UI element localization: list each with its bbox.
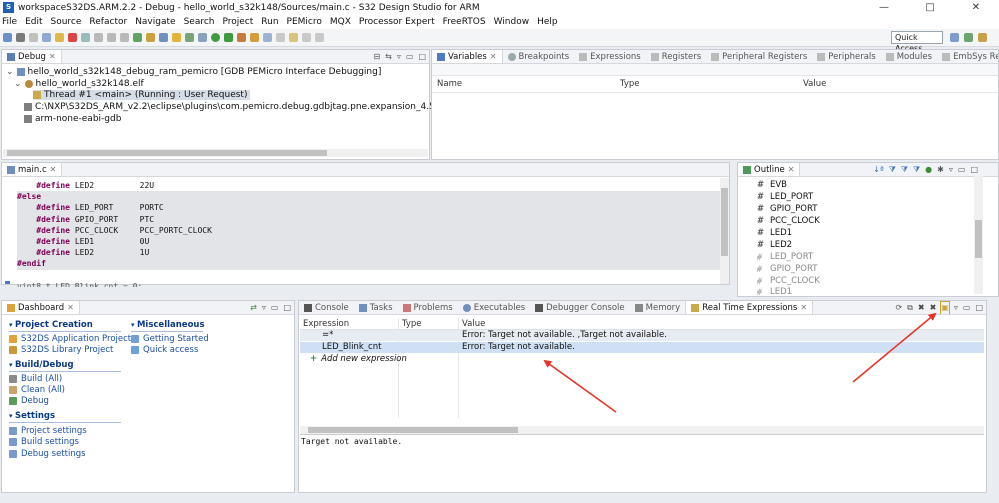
arrow-to-error-row: [543, 359, 617, 413]
annotation-arrows: [543, 312, 937, 413]
arrow-to-add-button: [852, 312, 937, 383]
